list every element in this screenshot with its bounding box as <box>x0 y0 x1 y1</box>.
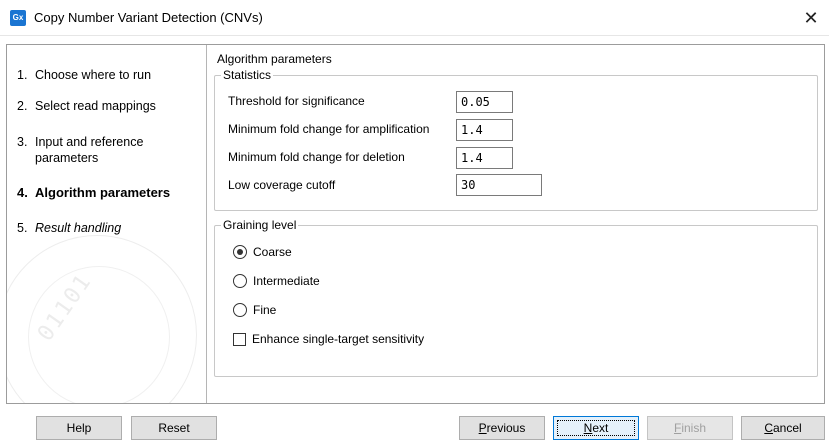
step-input-reference-parameters: 3. Input and reference parameters <box>17 135 144 165</box>
graining-level-group: Graining level Coarse Intermediate Fine … <box>214 218 818 377</box>
wizard-frame: 01101 1. Choose where to run 2. Select rea… <box>6 44 825 404</box>
low-coverage-cutoff-label: Low coverage cutoff <box>228 178 336 192</box>
low-coverage-cutoff-input[interactable]: 30 <box>456 174 542 196</box>
parameters-panel: Algorithm parameters Statistics Threshol… <box>209 45 824 403</box>
close-icon[interactable]: ✕ <box>793 0 829 36</box>
threshold-significance-input[interactable]: 0.05 <box>456 91 513 113</box>
app-logo-icon: Gx <box>10 10 26 26</box>
fold-change-amplification-label: Minimum fold change for amplification <box>228 122 430 136</box>
radio-coarse-label: Coarse <box>253 245 292 259</box>
step-select-read-mappings: 2. Select read mappings <box>17 99 156 113</box>
enhance-sensitivity-label: Enhance single-target sensitivity <box>252 332 425 346</box>
radio-fine[interactable]: Fine <box>233 301 276 319</box>
step-algorithm-parameters: 4. Algorithm parameters <box>17 185 171 200</box>
radio-coarse-button[interactable] <box>233 245 247 259</box>
step-choose-where-to-run: 1. Choose where to run <box>17 68 152 82</box>
reset-button[interactable]: Reset <box>131 416 217 440</box>
title-bar: Gx Copy Number Variant Detection (CNVs) … <box>0 0 829 36</box>
next-button[interactable]: Next <box>553 416 639 440</box>
graining-level-legend: Graining level <box>221 218 299 232</box>
watermark-graphic <box>7 235 197 403</box>
statistics-legend: Statistics <box>221 68 274 82</box>
enhance-sensitivity-checkbox-row[interactable]: Enhance single-target sensitivity <box>233 330 424 348</box>
radio-intermediate-button[interactable] <box>233 274 247 288</box>
radio-fine-button[interactable] <box>233 303 247 317</box>
radio-fine-label: Fine <box>253 303 277 317</box>
cancel-button[interactable]: Cancel <box>741 416 825 440</box>
help-button[interactable]: Help <box>36 416 122 440</box>
radio-intermediate[interactable]: Intermediate <box>233 272 320 290</box>
fold-change-amplification-input[interactable]: 1.4 <box>456 119 513 141</box>
enhance-sensitivity-checkbox[interactable] <box>233 332 246 346</box>
radio-intermediate-label: Intermediate <box>253 274 320 288</box>
statistics-group: Statistics Threshold for significance 0.… <box>214 68 818 211</box>
previous-button[interactable]: Previous <box>459 416 545 440</box>
window-title: Copy Number Variant Detection (CNVs) <box>34 10 263 25</box>
page-title: Algorithm parameters <box>217 52 332 66</box>
fold-change-deletion-label: Minimum fold change for deletion <box>228 150 405 164</box>
wizard-steps-sidebar: 01101 1. Choose where to run 2. Select rea… <box>7 45 207 403</box>
radio-coarse[interactable]: Coarse <box>233 243 292 261</box>
finish-button: Finish <box>647 416 733 440</box>
fold-change-deletion-input[interactable]: 1.4 <box>456 147 513 169</box>
threshold-significance-label: Threshold for significance <box>228 94 365 108</box>
step-result-handling: 5. Result handling <box>17 221 122 235</box>
